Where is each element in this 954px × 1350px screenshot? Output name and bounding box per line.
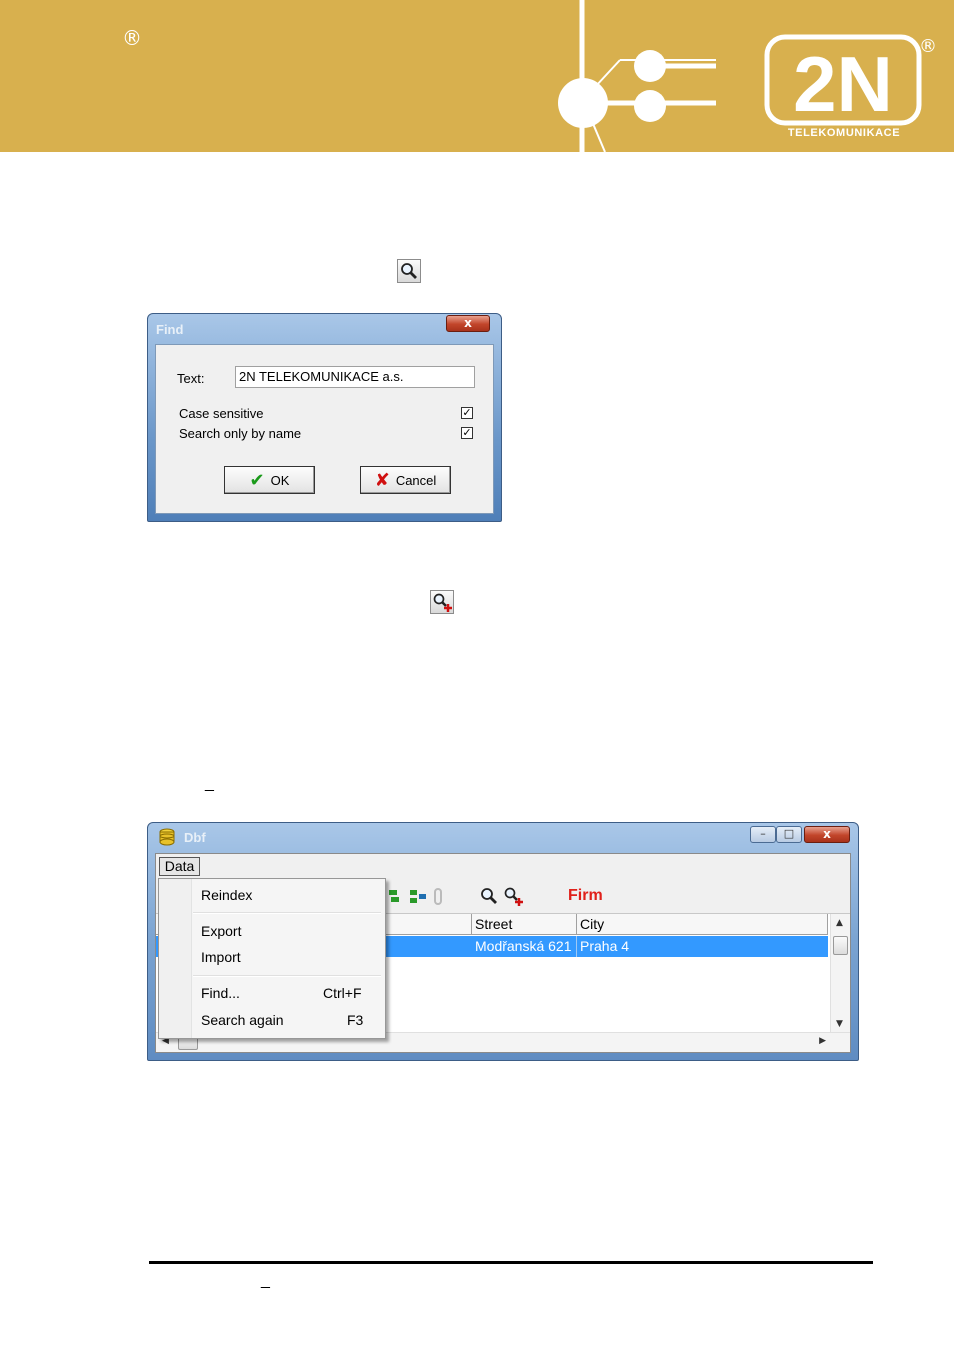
column-header-city[interactable]: City [577,914,828,935]
brand-subtitle: TELEKOMUNIKACE [787,127,901,139]
search-icon[interactable] [397,259,421,283]
search-icon[interactable] [478,885,500,907]
dbf-window: Dbf – □ x Data Firm Street City Modřansk… [147,822,859,1061]
dialog-title: Find [156,322,184,337]
checkmark-icon: ✔ [249,469,265,491]
close-button[interactable]: x [804,826,850,843]
cross-icon: ✘ [374,469,390,491]
cancel-label: Cancel [395,472,437,488]
case-sensitive-label: Case sensitive [179,406,264,421]
search-text-input[interactable]: 2N TELEKOMUNIKACE a.s. [235,366,475,388]
close-button[interactable]: x [446,315,490,332]
search-again-icon[interactable] [430,590,454,614]
ok-label: OK [270,472,290,488]
column-header-street[interactable]: Street [472,914,577,935]
table-title: Firm [568,887,603,904]
footer-rule [149,1261,873,1264]
cell-street[interactable]: Modřanská 621 [472,936,577,957]
menu-shortcut-search-again: F3 [347,1012,364,1028]
menu-item-reindex[interactable]: Reindex [201,887,252,903]
maximize-button[interactable]: □ [776,826,802,843]
attach-tool-icon[interactable] [430,887,446,907]
underscore-mark: _ [261,1272,270,1289]
find-dialog: Find x Text: 2N TELEKOMUNIKACE a.s. Case… [147,313,502,522]
cancel-button[interactable]: ✘ Cancel [360,466,451,494]
menu-data[interactable]: Data [159,857,200,876]
search-again-icon[interactable] [502,885,524,907]
scroll-right-arrow-icon[interactable]: ▶ [819,1036,826,1046]
menu-item-find[interactable]: Find... [201,985,240,1001]
search-by-name-checkbox[interactable]: ✓ [461,427,473,439]
search-by-name-label: Search only by name [179,426,302,441]
menu-separator [193,975,381,977]
window-title: Dbf [184,830,206,845]
record-tool-icon[interactable] [386,887,406,907]
ok-button[interactable]: ✔ OK [224,466,315,494]
menu-gutter [159,879,192,1038]
text-label: Text: [177,371,205,386]
window-body: Data Firm Street City Modřanská 621 Prah… [155,853,851,1053]
menu-item-import[interactable]: Import [201,949,241,965]
registered-mark-logo: ® [919,36,937,57]
menu-separator [193,912,381,914]
link-tool-icon[interactable] [408,887,428,907]
minimize-button[interactable]: – [750,826,776,843]
vertical-scroll-thumb[interactable] [833,936,848,955]
menu-item-search-again[interactable]: Search again [201,1012,284,1028]
database-icon [159,828,175,846]
data-menu-dropdown: Reindex Export Import Find... Ctrl+F Sea… [158,878,386,1039]
scroll-down-arrow-icon[interactable]: ▼ [836,1019,843,1029]
scroll-up-arrow-icon[interactable]: ▲ [836,918,843,928]
vertical-scrollbar[interactable]: ▲ ▼ [830,914,850,1032]
underscore-mark: _ [205,775,214,792]
menu-shortcut-find: Ctrl+F [323,985,362,1001]
cell-city[interactable]: Praha 4 [577,936,727,957]
case-sensitive-checkbox[interactable]: ✓ [461,407,473,419]
dialog-body: Text: 2N TELEKOMUNIKACE a.s. Case sensit… [155,344,494,514]
brand-logo-text: 2N [793,40,893,128]
menu-item-export[interactable]: Export [201,923,241,939]
